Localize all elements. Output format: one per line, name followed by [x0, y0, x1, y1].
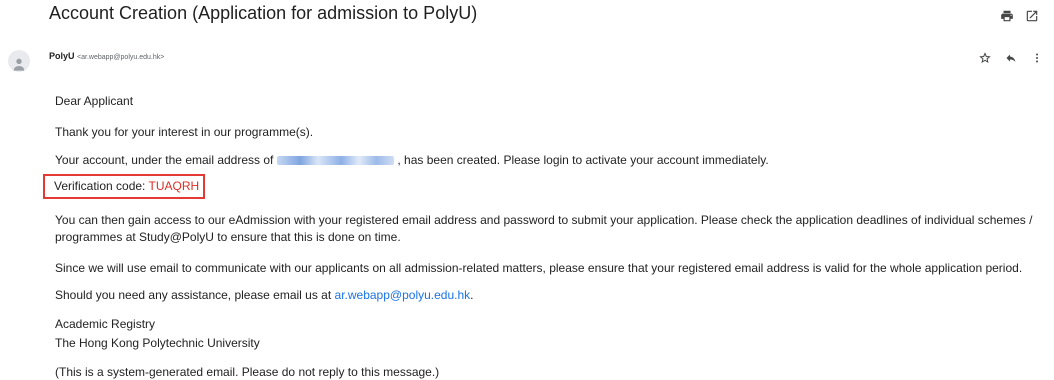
assistance-paragraph: Should you need any assistance, please e…: [55, 287, 473, 303]
reply-icon[interactable]: [1004, 51, 1018, 65]
verification-code-line: Verification code: TUAQRH: [54, 178, 199, 194]
sender-line: PolyU <ar.webapp@polyu.edu.hk>: [49, 51, 164, 61]
account-text-after: , has been created. Please login to acti…: [397, 153, 769, 167]
assistance-text: Should you need any assistance, please e…: [55, 288, 332, 302]
support-email-link[interactable]: ar.webapp@polyu.edu.hk: [335, 288, 471, 302]
redacted-email: [277, 156, 395, 166]
thread-toolbar: [999, 8, 1040, 24]
verification-code-label: Verification code:: [54, 179, 146, 193]
signature-line-1: Academic Registry: [55, 317, 156, 331]
thanks-paragraph: Thank you for your interest in our progr…: [55, 125, 314, 139]
sender-name[interactable]: PolyU: [49, 51, 75, 61]
signature-line-2: The Hong Kong Polytechnic University: [55, 336, 260, 350]
account-text-before: Your account, under the email address of: [55, 153, 274, 167]
assistance-period: .: [470, 288, 474, 302]
more-options-icon[interactable]: [1030, 51, 1044, 65]
sender-email: <ar.webapp@polyu.edu.hk>: [77, 54, 165, 61]
print-icon[interactable]: [999, 8, 1015, 24]
message-actions: [978, 51, 1044, 65]
person-icon: [13, 58, 25, 71]
since-paragraph: Since we will use email to communicate w…: [55, 261, 1023, 275]
system-note: (This is a system-generated email. Pleas…: [55, 365, 440, 379]
star-icon[interactable]: [978, 51, 992, 65]
greeting: Dear Applicant: [55, 94, 134, 108]
open-in-new-window-icon[interactable]: [1024, 8, 1040, 24]
email-subject: Account Creation (Application for admiss…: [49, 3, 478, 23]
verification-code-value: TUAQRH: [148, 179, 200, 193]
access-paragraph: You can then gain access to our eAdmissi…: [55, 213, 1033, 244]
account-paragraph: Your account, under the email address of…: [55, 152, 769, 168]
sender-avatar[interactable]: [8, 50, 30, 72]
